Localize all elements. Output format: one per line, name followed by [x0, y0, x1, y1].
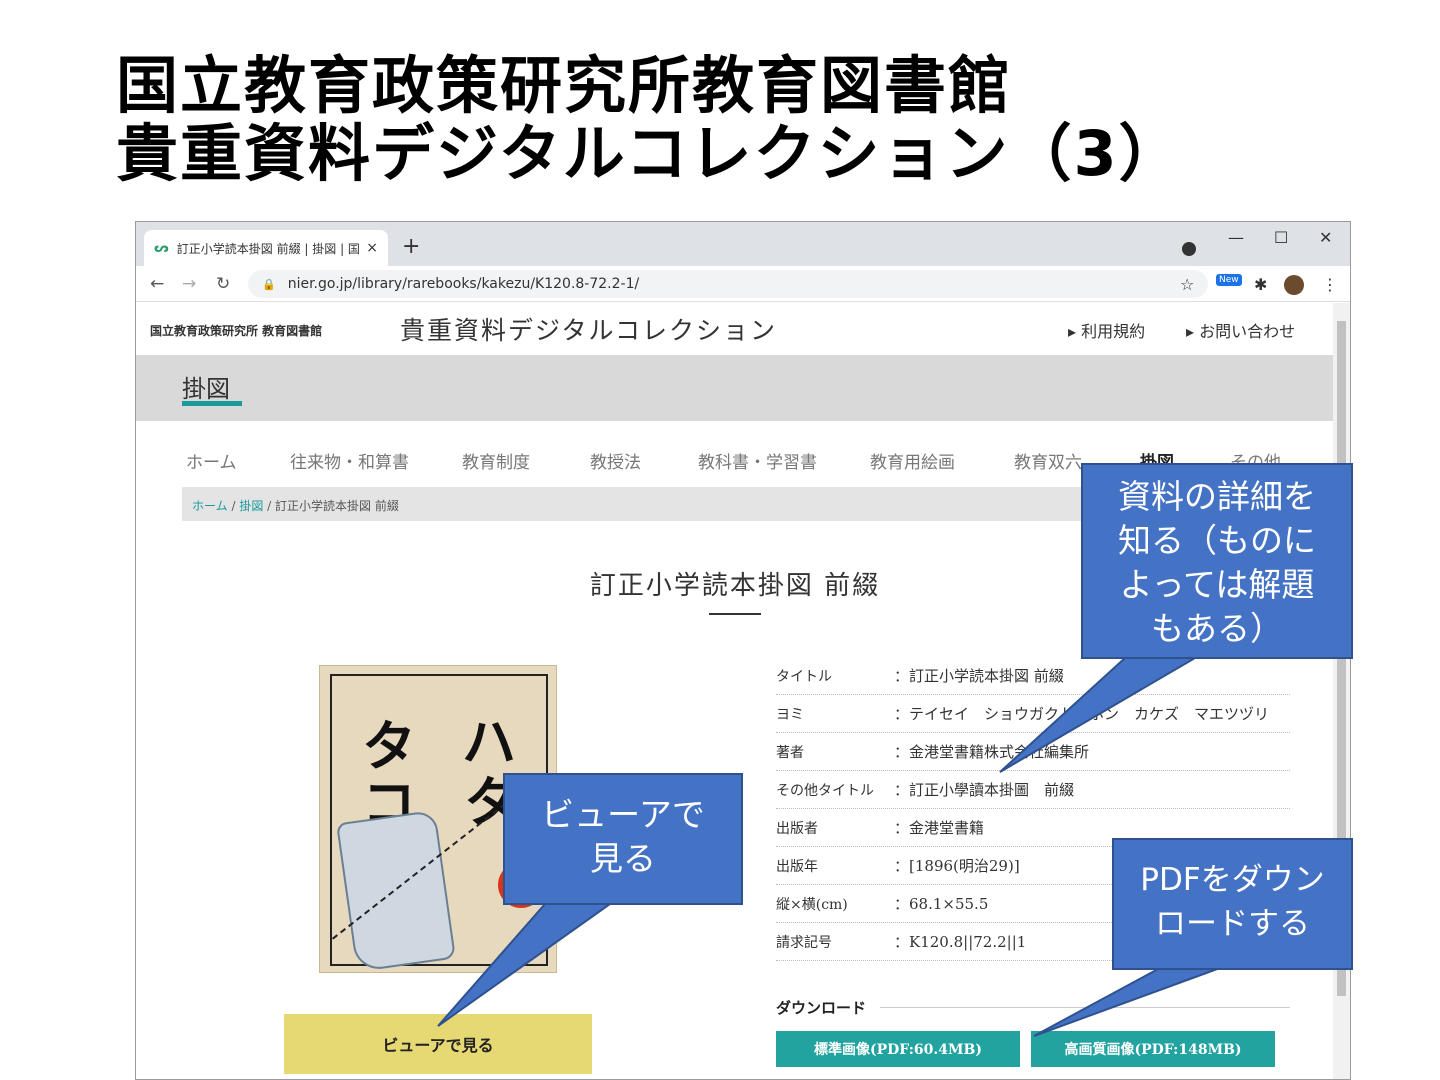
nav-item-kyoju[interactable]: 教授法 — [590, 448, 641, 473]
download-hq-pdf-button[interactable]: 高画質画像(PDF:148MB) — [1031, 1031, 1275, 1067]
extensions-puzzle-icon[interactable]: ✱ — [1254, 275, 1267, 294]
metadata-key: その他タイトル — [776, 782, 874, 799]
nav-item-kyokasho[interactable]: 教科書・学習書 — [698, 448, 817, 473]
nav-item-kaiga[interactable]: 教育用絵画 — [870, 448, 955, 473]
metadata-key: タイトル — [776, 668, 832, 685]
section-title: 掛図 — [182, 375, 230, 403]
metadata-row: 著者 ：金港堂書籍株式会社編集所 — [776, 733, 1290, 771]
breadcrumb-section[interactable]: 掛図 — [239, 499, 263, 513]
metadata-value: ：訂正小学読本掛図 前綴 — [894, 667, 1064, 685]
close-tab-icon[interactable]: × — [366, 240, 378, 256]
bookmark-star-icon[interactable]: ☆ — [1180, 275, 1194, 294]
metadata-value: ：テイセイ ショウガクトクホン カケズ マエツヅリ — [894, 705, 1270, 723]
metadata-key: ヨミ — [776, 706, 804, 723]
metadata-value: ：金港堂書籍株式会社編集所 — [894, 743, 1090, 761]
viewer-callout: ビューアで 見る — [503, 773, 743, 905]
browser-menu-icon[interactable]: ⋮ — [1322, 275, 1338, 294]
details-callout-line: もある） — [1151, 609, 1283, 648]
metadata-value: ：金港堂書籍 — [894, 819, 985, 837]
metadata-value: ：訂正小學讀本掛圖 前綴 — [894, 781, 1075, 799]
forward-arrow-icon[interactable]: → — [182, 274, 196, 294]
download-heading-label: ダウンロード — [776, 999, 867, 1017]
browser-tab[interactable]: ᔕ 訂正小学読本掛図 前綴 | 掛図 | 国 × — [144, 230, 388, 266]
site-name[interactable]: 貴重資料デジタルコレクション — [400, 311, 777, 347]
contact-label: お問い合わせ — [1199, 322, 1296, 341]
media-control-icon[interactable] — [1182, 242, 1196, 256]
breadcrumb-home[interactable]: ホーム — [192, 499, 228, 513]
slide-title: 国立教育政策研究所教育図書館 貴重資料デジタルコレクション（3） — [116, 52, 1336, 188]
viewer-callout-line: 見る — [590, 839, 656, 878]
download-standard-pdf-button[interactable]: 標準画像(PDF:60.4MB) — [776, 1031, 1020, 1067]
profile-avatar[interactable] — [1284, 275, 1304, 295]
minimize-window-icon[interactable]: — — [1228, 228, 1244, 247]
tab-bar: ᔕ 訂正小学読本掛図 前綴 | 掛図 | 国 × + — ☐ ✕ — [136, 222, 1350, 266]
site-org-logo[interactable]: 国立教育政策研究所 教育図書館 — [150, 322, 322, 339]
url-text: nier.go.jp/library/rarebooks/kakezu/K120… — [287, 276, 640, 292]
kite-illustration — [336, 809, 456, 972]
viewer-callout-line: ビューアで — [541, 795, 705, 834]
back-arrow-icon[interactable]: ← — [150, 274, 164, 294]
new-extension-badge[interactable]: New — [1216, 274, 1242, 286]
new-tab-button[interactable]: + — [402, 234, 420, 259]
metadata-key: 出版年 — [776, 858, 818, 875]
slide-title-line-2: 貴重資料デジタルコレクション（3） — [116, 117, 1183, 190]
lock-icon[interactable]: 🔒 — [262, 278, 276, 291]
tab-title: 訂正小学読本掛図 前綴 | 掛図 | 国 — [176, 241, 360, 256]
details-callout-line: 資料の詳細を — [1118, 477, 1316, 516]
section-underline — [182, 401, 242, 406]
breadcrumb-separator: / — [227, 499, 240, 513]
terms-of-use-link[interactable]: ▸ 利用規約 — [1068, 318, 1145, 342]
address-bar[interactable]: 🔒 nier.go.jp/library/rarebooks/kakezu/K1… — [248, 270, 1208, 298]
contact-link[interactable]: ▸ お問い合わせ — [1186, 318, 1295, 342]
terms-of-use-label: 利用規約 — [1081, 322, 1146, 341]
metadata-key: 出版者 — [776, 820, 818, 837]
metadata-key: 請求記号 — [776, 934, 832, 951]
pdf-callout-line: ロードする — [1155, 906, 1310, 942]
metadata-row: ヨミ ：テイセイ ショウガクトクホン カケズ マエツヅリ — [776, 695, 1290, 733]
details-callout-line: よっては解題 — [1119, 565, 1315, 604]
title-divider — [709, 613, 761, 615]
breadcrumb-current: 訂正小学読本掛図 前綴 — [275, 499, 399, 513]
toolbar: ← → ↻ 🔒 nier.go.jp/library/rarebooks/kak… — [136, 266, 1350, 302]
metadata-key: 縦×横(cm) — [776, 896, 848, 913]
metadata-key: 著者 — [776, 744, 804, 761]
nav-item-seido[interactable]: 教育制度 — [462, 448, 530, 473]
maximize-window-icon[interactable]: ☐ — [1274, 228, 1288, 247]
download-heading-rule — [880, 1007, 1290, 1008]
close-window-icon[interactable]: ✕ — [1319, 228, 1332, 247]
metadata-row: その他タイトル ：訂正小學讀本掛圖 前綴 — [776, 771, 1290, 809]
nav-item-sugoroku[interactable]: 教育双六 — [1014, 448, 1082, 473]
download-heading: ダウンロード — [776, 997, 1290, 1018]
site-header: 国立教育政策研究所 教育図書館 貴重資料デジタルコレクション ▸ 利用規約 ▸ … — [136, 303, 1334, 355]
slide-title-line-1: 国立教育政策研究所教育図書館 — [116, 49, 1013, 122]
pdf-callout-line: PDFをダウン — [1140, 862, 1325, 898]
details-callout: 資料の詳細を 知る（ものに よっては解題 もある） — [1081, 463, 1353, 659]
section-header: 掛図 — [136, 355, 1334, 421]
nav-item-ourai[interactable]: 往来物・和算書 — [290, 448, 409, 473]
open-viewer-button[interactable]: ビューアで見る — [284, 1014, 592, 1074]
metadata-row: タイトル ：訂正小学読本掛図 前綴 — [776, 657, 1290, 695]
breadcrumb-separator: / — [263, 499, 275, 513]
site-favicon-icon: ᔕ — [154, 240, 169, 256]
reload-icon[interactable]: ↻ — [216, 274, 230, 294]
pdf-callout: PDFをダウン ロードする — [1112, 838, 1353, 970]
nav-item-home[interactable]: ホーム — [186, 448, 237, 473]
details-callout-line: 知る（ものに — [1118, 521, 1316, 560]
